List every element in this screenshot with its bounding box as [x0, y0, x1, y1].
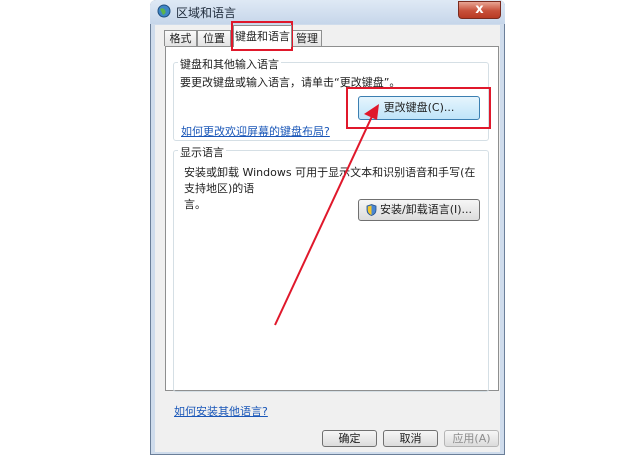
- tab-keyboards-and-languages[interactable]: 键盘和语言: [233, 25, 292, 47]
- annotation-arrow: [274, 104, 379, 326]
- arrow-shaft: [274, 111, 375, 326]
